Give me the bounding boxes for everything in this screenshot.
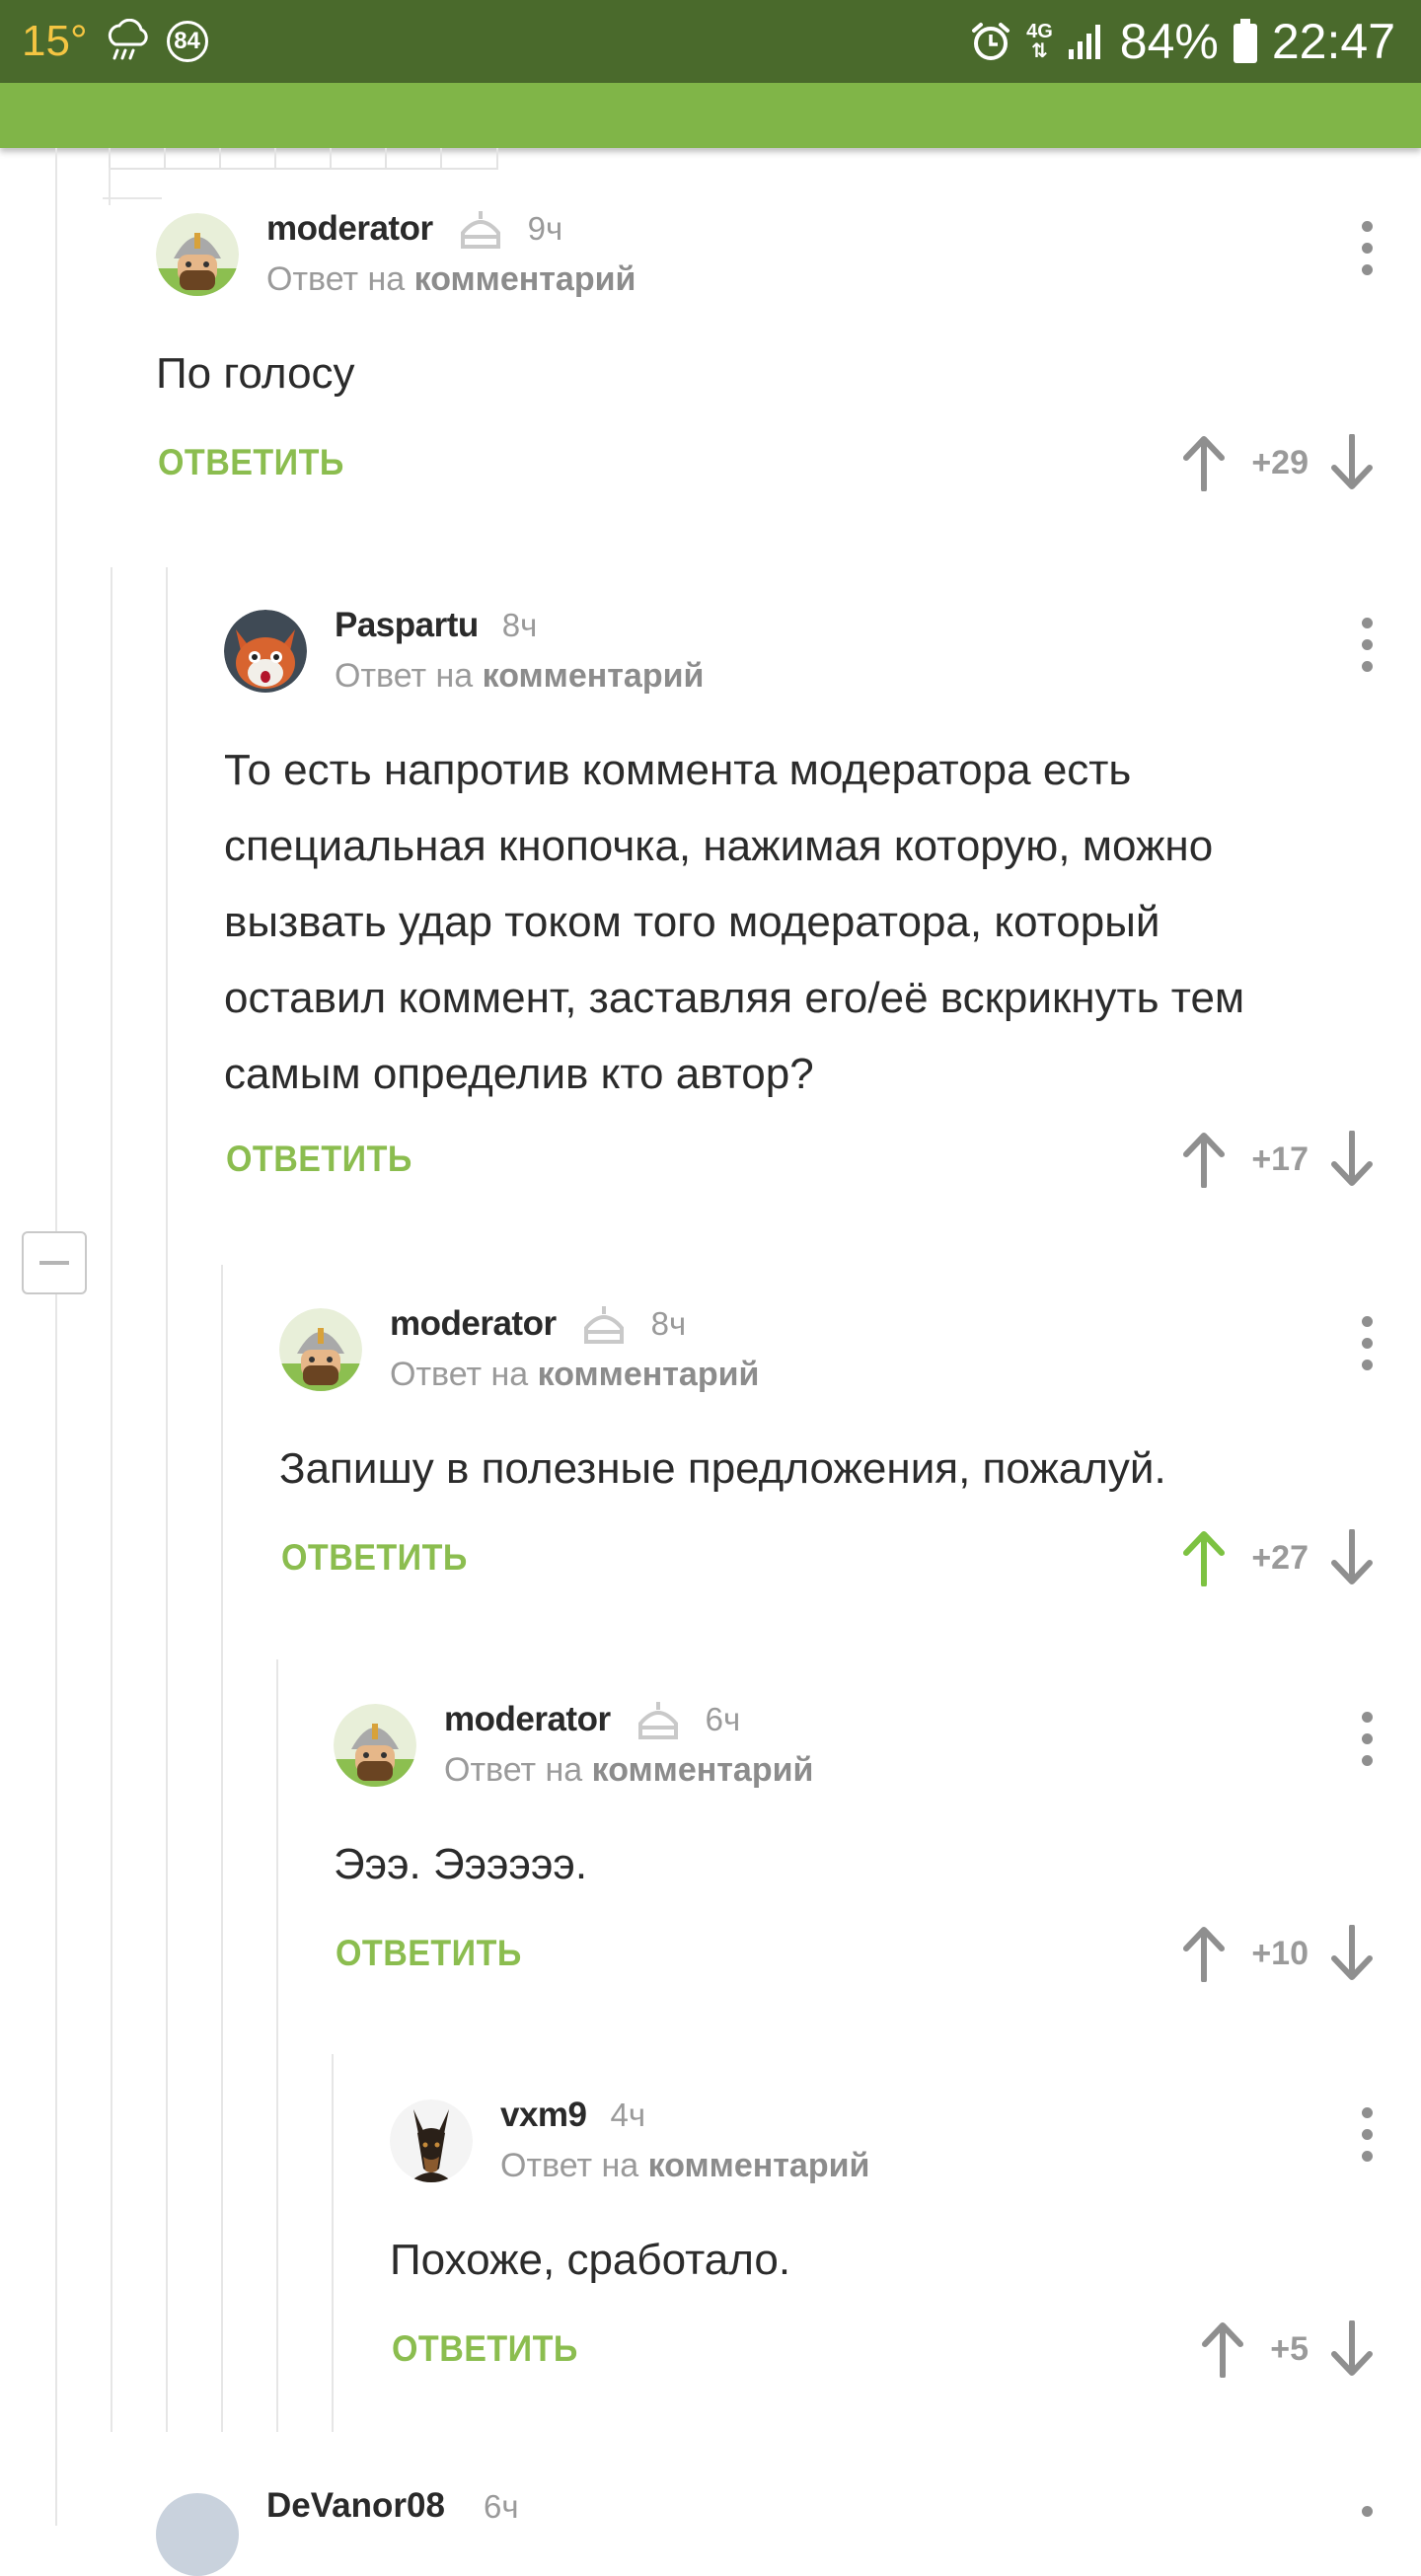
upvote-arrow-icon[interactable] xyxy=(1182,1130,1226,1189)
avatar[interactable] xyxy=(334,1704,416,1787)
thread-line xyxy=(109,168,111,205)
author-name[interactable]: DeVanor08 xyxy=(266,2486,445,2526)
comment-text: Запишу в полезные предложения, пожалуй. xyxy=(279,1444,1166,1493)
comment-rating: +17 xyxy=(1251,1140,1309,1178)
reply-button[interactable]: ОТВЕТИТЬ xyxy=(281,1537,468,1579)
thread-line xyxy=(276,1659,278,2432)
comment-time: 6ч xyxy=(705,1701,741,1737)
temperature: 15° xyxy=(22,17,88,65)
alarm-icon xyxy=(969,20,1012,63)
comment-rating: +5 xyxy=(1270,2329,1309,2368)
downvote-arrow-icon[interactable] xyxy=(1330,1528,1374,1587)
comment: vxm9 4ч Ответ на комментарий Похоже, сра… xyxy=(390,2034,1421,2419)
notification-badge: 84 xyxy=(166,21,208,62)
moderator-cake-icon xyxy=(580,1304,628,1344)
comment-menu-icon[interactable] xyxy=(1362,2506,1374,2517)
comment-time: 4ч xyxy=(610,2097,646,2133)
comment-rating: +27 xyxy=(1251,1538,1309,1577)
reply-to-link[interactable]: комментарий xyxy=(538,1356,760,1393)
reply-to-link[interactable]: комментарий xyxy=(648,2147,870,2184)
comment: Paspartu 8ч Ответ на комментарий То есть… xyxy=(224,545,1421,1215)
signal-icon xyxy=(1067,22,1106,61)
downvote-arrow-icon[interactable] xyxy=(1330,1130,1374,1189)
upvote-arrow-icon[interactable] xyxy=(1182,1528,1226,1587)
comment-text: По голосу xyxy=(156,349,355,398)
comment-menu-icon[interactable] xyxy=(1362,2107,1374,2163)
thread-line xyxy=(221,1265,223,2432)
clock: 22:47 xyxy=(1271,14,1395,69)
downvote-arrow-icon[interactable] xyxy=(1330,2319,1374,2379)
reply-button[interactable]: ОТВЕТИТЬ xyxy=(158,442,344,483)
author-name[interactable]: Paspartu xyxy=(335,606,479,645)
comment-menu-icon[interactable] xyxy=(1362,1712,1374,1767)
avatar[interactable] xyxy=(156,213,239,296)
comment-text: Эээ. Ээээээ. xyxy=(334,1840,588,1888)
reply-to-label: Ответ на xyxy=(266,260,406,298)
network-4g-icon: 4G ⇅ xyxy=(1026,21,1053,62)
comment-menu-icon[interactable] xyxy=(1362,1316,1374,1371)
moderator-cake-icon xyxy=(457,209,504,249)
upvote-arrow-icon[interactable] xyxy=(1182,433,1226,492)
status-bar: 15° 84 4G ⇅ 84% 22:47 xyxy=(0,0,1421,83)
reply-to-line: Ответ на комментарий xyxy=(444,1751,813,1790)
author-name[interactable]: vxm9 xyxy=(500,2096,587,2135)
reply-to-link[interactable]: комментарий xyxy=(483,657,705,695)
upvote-arrow-icon[interactable] xyxy=(1182,1924,1226,1983)
author-name[interactable]: moderator xyxy=(444,1700,611,1739)
comment-rating: +29 xyxy=(1251,443,1309,481)
collapse-thread-button[interactable] xyxy=(22,1231,87,1294)
app-header xyxy=(0,83,1421,148)
comment-time: 8ч xyxy=(650,1305,687,1342)
reply-to-line: Ответ на комментарий xyxy=(500,2147,869,2185)
comment-time: 6ч xyxy=(484,2488,519,2525)
comment-time: 9ч xyxy=(527,210,563,247)
author-name[interactable]: moderator xyxy=(390,1304,557,1344)
reply-to-line: Ответ на комментарий xyxy=(266,260,636,299)
thread-line xyxy=(166,567,168,2432)
reply-to-label: Ответ на xyxy=(335,657,474,695)
reply-to-link[interactable]: комментарий xyxy=(414,260,636,298)
reply-button[interactable]: ОТВЕТИТЬ xyxy=(336,1933,522,1974)
upvote-arrow-icon[interactable] xyxy=(1201,2319,1244,2379)
thread-line xyxy=(332,2054,334,2432)
thread-line xyxy=(55,148,57,2526)
minus-icon xyxy=(39,1261,69,1265)
comment-text: Похоже, сработало. xyxy=(390,2236,791,2284)
avatar[interactable] xyxy=(390,2099,473,2182)
comment: moderator 6ч Ответ на комментарий Эээ. Э… xyxy=(334,1639,1421,2024)
reply-to-label: Ответ на xyxy=(390,1356,529,1393)
avatar[interactable] xyxy=(279,1308,362,1391)
avatar[interactable] xyxy=(224,610,307,693)
reply-to-label: Ответ на xyxy=(500,2147,639,2184)
network-type: 4G xyxy=(1026,21,1053,42)
comment-menu-icon[interactable] xyxy=(1362,618,1374,673)
downvote-arrow-icon[interactable] xyxy=(1330,1924,1374,1983)
avatar[interactable] xyxy=(156,2493,239,2576)
battery-icon xyxy=(1233,19,1258,64)
author-name[interactable]: moderator xyxy=(266,209,433,249)
reply-to-line: Ответ на комментарий xyxy=(390,1356,759,1394)
comment-rating: +10 xyxy=(1251,1934,1309,1972)
comment: moderator 8ч Ответ на комментарий Запишу… xyxy=(279,1243,1421,1628)
comment-time: 8ч xyxy=(501,607,538,643)
reply-to-label: Ответ на xyxy=(444,1751,583,1789)
comment-text: То есть напротив коммента модератора ест… xyxy=(224,746,1245,1098)
comment: moderator 9ч Ответ на комментарий По гол… xyxy=(156,148,1421,533)
downvote-arrow-icon[interactable] xyxy=(1330,433,1374,492)
weather-rain-icon xyxy=(104,19,151,64)
comment-menu-icon[interactable] xyxy=(1362,221,1374,276)
thread-line xyxy=(111,567,112,2432)
reply-button[interactable]: ОТВЕТИТЬ xyxy=(226,1139,412,1180)
battery-percent: 84% xyxy=(1119,14,1219,69)
reply-to-link[interactable]: комментарий xyxy=(592,1751,814,1789)
reply-to-line: Ответ на комментарий xyxy=(335,657,704,696)
reply-button[interactable]: ОТВЕТИТЬ xyxy=(392,2328,578,2370)
moderator-cake-icon xyxy=(635,1700,682,1739)
thread-line xyxy=(103,197,162,199)
